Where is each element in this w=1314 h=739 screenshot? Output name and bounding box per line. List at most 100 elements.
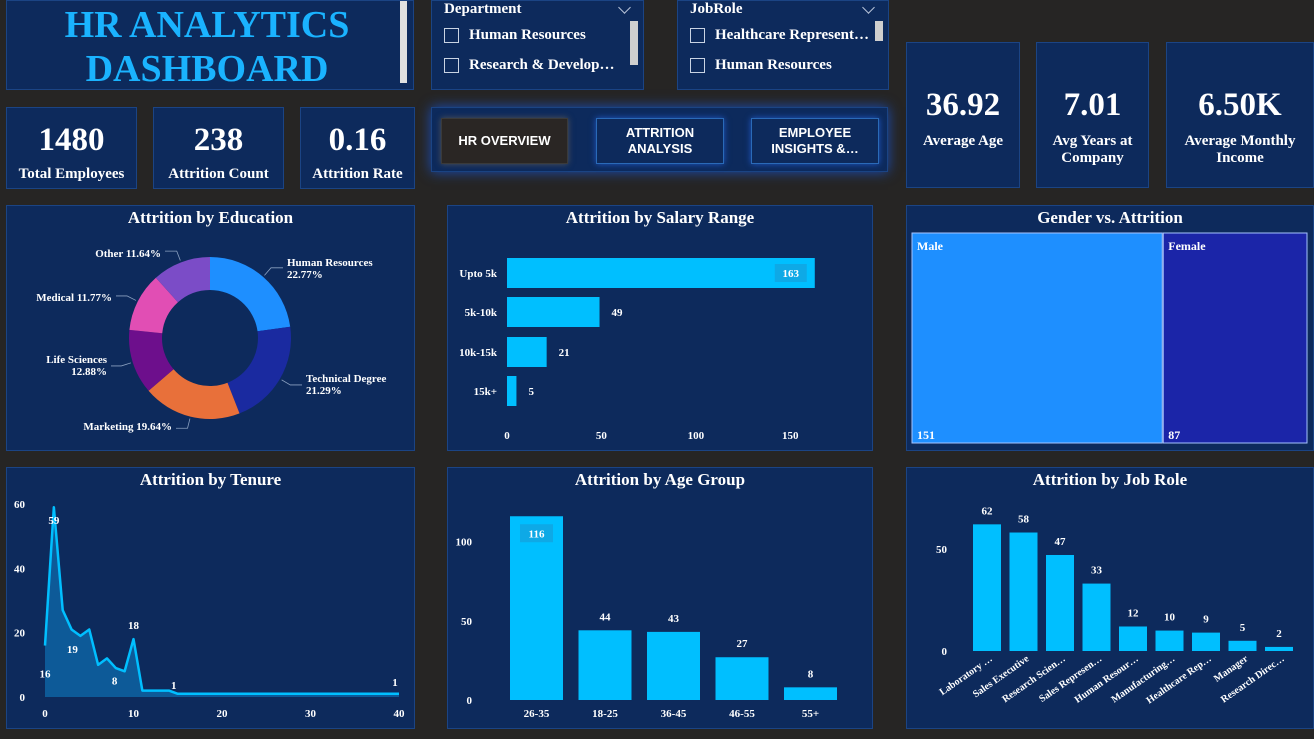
x-tick-label: 10 [128,708,140,720]
slice-label: Other 11.64% [95,248,161,260]
x-tick-label: 30 [305,708,317,720]
data-label: 16 [40,669,52,681]
data-label: 19 [67,644,79,656]
leader-line [116,295,137,301]
y-tick-label: 50 [461,616,473,628]
checkbox-icon[interactable] [690,58,705,73]
gender-chart-panel: Gender vs. Attrition Male 151 Female 87 [906,205,1314,451]
data-label: 116 [529,528,545,540]
treemap-value: 87 [1168,428,1180,442]
data-label: 5 [528,386,534,398]
kpi-value: 36.92 [925,87,1001,123]
jobrole-slicer-header: JobRole [690,1,743,17]
data-label: 47 [1055,536,1067,548]
checkbox-icon[interactable] [444,28,459,43]
data-label: 44 [600,611,612,623]
treemap-tile [911,232,1163,444]
jobrole-bar [1228,640,1257,651]
nav-button-label: ATTRITION ANALYSIS [625,125,695,156]
kpi-attrition-rate: 0.16 Attrition Rate [300,107,415,189]
y-tick-label: 60 [14,499,26,511]
jobrole-option[interactable]: Healthcare Represent… [690,27,869,44]
data-label: 9 [1203,614,1209,626]
data-label: 59 [48,515,60,527]
category-label: 55+ [802,708,819,720]
leader-line [165,250,181,261]
x-tick-label: 100 [688,430,705,442]
kpi-value: 0.16 [328,122,387,158]
y-tick-label: 0 [20,692,26,704]
jobrole-scrollbar[interactable] [875,21,883,41]
slice-value: 21.29% [306,385,342,397]
kpi-label: Attrition Rate [312,166,403,182]
data-label: 8 [808,668,814,680]
category-label: Healthcare Rep… [1145,653,1214,706]
dashboard-title: HR ANALYTICS DASHBOARD [7,3,407,91]
slice-label: Medical 11.77% [36,292,112,304]
kpi-value: 7.01 [1063,87,1122,123]
kpi-label: Attrition Count [168,166,269,182]
department-option[interactable]: Research & Develop… [444,57,615,74]
chevron-down-icon[interactable] [862,1,875,14]
data-label: 27 [737,638,749,650]
leader-line [281,379,302,386]
category-label: Research Scien… [1000,653,1067,705]
checkbox-icon[interactable] [690,28,705,43]
department-option-label: Research & Develop… [469,57,615,73]
jobrole-option[interactable]: Human Resources [690,57,832,74]
chevron-down-icon[interactable] [618,1,631,14]
nav-button-label: EMPLOYEE INSIGHTS &… [771,125,859,156]
slice-label: Life Sciences [46,354,108,366]
data-label: 1 [171,680,177,692]
nav-hr-overview-button[interactable]: HR OVERVIEW [441,118,568,164]
nav-employee-insights-button[interactable]: EMPLOYEE INSIGHTS &… [751,118,879,164]
education-donut-chart: Human Resources22.77% Technical Degree21.… [36,248,386,433]
category-label: 5k-10k [465,307,498,319]
jobrole-bar [1192,632,1220,651]
jobrole-bar-chart: 62Laboratory …58Sales Executive47Researc… [936,505,1293,706]
x-tick-label: 0 [504,430,510,442]
category-label: Manufacturing… [1109,653,1177,705]
department-slicer-header: Department [444,1,522,17]
gender-treemap-chart: Male 151 Female 87 [911,232,1308,444]
jobrole-bar [1009,532,1038,651]
salary-bar-chart: Upto 5k 1635k-10k 4910k-15k 2115k+ 50 50 100 15… [459,258,815,442]
nav-attrition-analysis-button[interactable]: ATTRITION ANALYSIS [596,118,724,164]
category-label: 15k+ [474,386,497,398]
area-fill [45,507,399,697]
leader-line [264,267,283,276]
agegroup-bar [784,687,837,700]
category-label: Sales Represen… [1037,653,1104,704]
slice-label: Human Resources [287,257,373,269]
department-scrollbar[interactable] [630,21,638,65]
slice-value: 12.88% [71,366,107,378]
y-tick-label: 20 [14,628,26,640]
kpi-label: Total Employees [18,166,125,182]
department-option[interactable]: Human Resources [444,27,586,44]
area-line [43,505,399,696]
title-scrollbar[interactable] [400,1,407,83]
agegroup-bar [510,516,563,700]
category-label: Upto 5k [459,268,497,280]
tenure-chart-panel: Attrition by Tenure 16 59 19 8 18 1 1 0 10 20 30 40… [6,467,415,729]
y-tick-label: 0 [467,695,473,707]
checkbox-icon[interactable] [444,58,459,73]
salary-bar [507,258,815,288]
agegroup-bar-chart: 116 26-35 44 18-25 43 36-45 27 46-55 8 55+ 0 50 100 [456,516,837,720]
agegroup-bar [715,657,769,700]
category-label: 36-45 [661,708,687,720]
kpi-label: Avg Years at Company [1052,133,1133,166]
salary-bar [507,376,517,406]
navigation-bar: HR OVERVIEW ATTRITION ANALYSIS EMPLOYEE … [431,107,888,172]
y-tick-label: 100 [456,537,473,549]
category-label: 26-35 [524,708,550,720]
jobrole-chart-panel: Attrition by Job Role 62 Laboratory … 58 Sa… [906,467,1314,729]
jobrole-slicer: JobRole Healthcare Represent… Human Reso… [677,0,889,90]
kpi-value: 238 [193,122,244,158]
donut-slice [227,326,292,414]
category-label: 10k-15k [459,347,498,359]
data-label: 5 [1240,622,1246,634]
department-slicer: Department Human Resources Research & De… [431,0,644,90]
jobrole-bar [1046,554,1074,651]
tenure-area-chart: 1659198181 10 10 20 30 400204060 [14,499,405,720]
